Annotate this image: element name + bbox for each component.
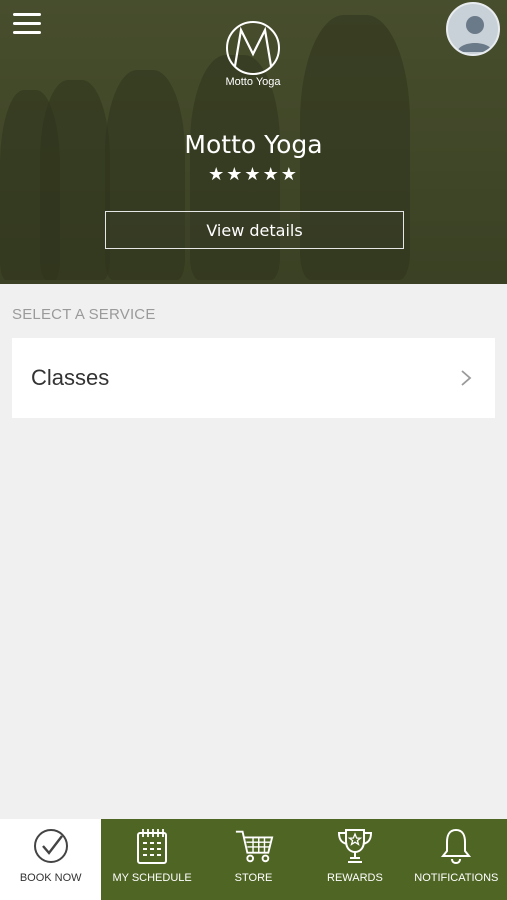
chevron-right-icon [461,370,472,386]
tab-store[interactable]: STORE [203,819,304,900]
calendar-icon [132,826,172,866]
check-circle-icon [31,826,71,866]
tab-label: MY SCHEDULE [112,872,192,884]
tab-rewards[interactable]: REWARDS [304,819,405,900]
studio-header: Motto Yoga Motto Yoga ★★★★★ View details [0,0,507,284]
service-item-classes[interactable]: Classes [12,338,495,418]
bottom-tab-bar: BOOK NOW MY SCHEDULE STORE REWARDS NOTIF… [0,819,507,900]
tab-label: NOTIFICATIONS [414,872,499,884]
tab-notifications[interactable]: NOTIFICATIONS [406,819,507,900]
hamburger-menu-icon[interactable] [13,13,41,39]
section-label: SELECT A SERVICE [12,306,156,323]
service-item-label: Classes [31,365,110,390]
tab-book-now[interactable]: BOOK NOW [0,819,102,900]
profile-avatar[interactable] [446,2,500,56]
view-details-button[interactable]: View details [105,211,404,249]
trophy-icon [335,826,375,866]
tab-label: BOOK NOW [19,872,82,884]
cart-icon [234,826,274,866]
logo-text: Motto Yoga [225,76,281,88]
tab-my-schedule[interactable]: MY SCHEDULE [101,819,202,900]
tab-label: REWARDS [327,872,383,884]
studio-name: Motto Yoga [184,130,323,159]
tab-label: STORE [234,872,273,884]
bell-icon [436,826,476,866]
rating-stars: ★★★★★ [208,164,299,185]
